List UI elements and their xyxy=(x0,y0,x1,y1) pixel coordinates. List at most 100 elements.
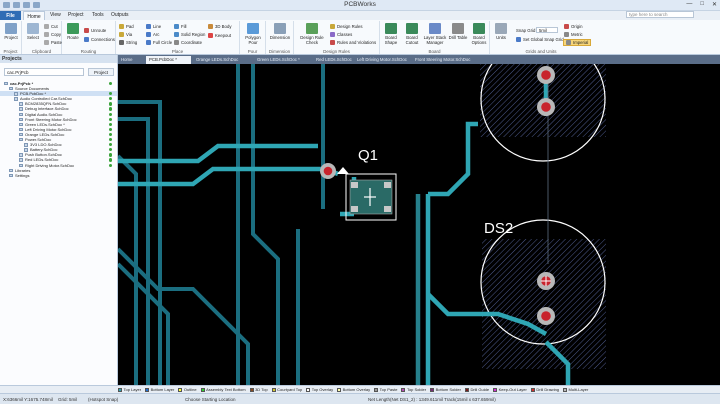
layer-tab[interactable]: Keep-Out Layer xyxy=(493,387,527,392)
layer-tab-label: Top Solder xyxy=(406,387,427,392)
layer-tab[interactable]: Multi-Layer xyxy=(563,387,588,392)
layer-tab[interactable]: Outline xyxy=(178,387,197,392)
layer-tab[interactable]: Top Paste xyxy=(374,387,397,392)
cut-icon xyxy=(44,24,49,29)
ds2-pad-2[interactable] xyxy=(537,307,555,325)
layer-color-swatch xyxy=(249,387,254,392)
line-button[interactable]: Line xyxy=(146,23,161,30)
snap-grid-select[interactable]: 5mil xyxy=(536,27,558,33)
group-board: Board Shape Board Cutout Layer Stack Man… xyxy=(380,21,490,54)
connections-button[interactable]: Connections xyxy=(84,36,115,43)
tab-file[interactable]: File xyxy=(0,11,21,20)
board-shape-button[interactable]: Board Shape xyxy=(380,23,402,45)
window-title: PCBWorks xyxy=(344,1,376,8)
layer-tab[interactable]: 3D Top xyxy=(249,387,268,392)
layer-tab[interactable]: Top Layer xyxy=(118,387,141,392)
document-icon xyxy=(19,158,23,162)
arc-button[interactable]: Arc xyxy=(146,31,159,38)
project-menu-button[interactable]: Project xyxy=(88,68,114,76)
layer-tab-label: 3D Top xyxy=(255,387,268,392)
fill-button[interactable]: Fill xyxy=(174,23,187,30)
close-icon[interactable]: ✕ xyxy=(712,1,717,8)
ds1-pad-1[interactable] xyxy=(537,66,555,84)
imperial-button[interactable]: Imperial xyxy=(563,39,592,46)
maximize-icon[interactable]: □ xyxy=(700,1,704,8)
keepout-button[interactable]: Keepout xyxy=(208,32,231,39)
group-design-rules: Design Rule Check Design Rules Classes R… xyxy=(294,21,380,54)
layer-tab[interactable]: Bottom Layer xyxy=(145,387,174,392)
unroute-button[interactable]: Unroute xyxy=(84,27,106,34)
origin-icon xyxy=(564,24,569,29)
tab-view[interactable]: View xyxy=(50,12,61,18)
tab-tools[interactable]: Tools xyxy=(92,12,104,18)
layer-stack-manager-button[interactable]: Layer Stack Manager xyxy=(422,23,448,45)
layer-tab[interactable]: Top Overlay xyxy=(306,387,333,392)
document-tab[interactable]: Orange LEDs.SchDoc xyxy=(193,56,252,64)
document-tab[interactable]: Red LEDs.SchDoc xyxy=(313,56,352,64)
cutout-icon xyxy=(406,23,418,34)
tab-home[interactable]: Home xyxy=(23,11,45,20)
ruler-icon xyxy=(274,23,286,34)
coordinate-button[interactable]: Coordinate xyxy=(174,39,202,46)
options-icon xyxy=(473,23,485,34)
dimension-button[interactable]: Dimension xyxy=(269,23,291,40)
tab-project[interactable]: Project xyxy=(68,12,84,18)
copy-button[interactable]: Copy xyxy=(44,31,61,38)
classes-button[interactable]: Classes xyxy=(330,31,352,38)
layer-tab[interactable]: Bottom Overlay xyxy=(337,387,370,392)
layer-tab[interactable]: Top Solder xyxy=(401,387,426,392)
layer-tab[interactable]: Assembly Text Bottom xyxy=(200,387,246,392)
ribbon-tabs: File Home View Project Tools Outputs xyxy=(0,11,720,20)
route-button[interactable]: Route xyxy=(62,23,84,40)
document-icon xyxy=(19,122,23,127)
set-global-snap-grid-button[interactable]: Set Global Snap Grid... xyxy=(516,36,567,43)
table-icon xyxy=(452,23,464,34)
grid-icon xyxy=(495,23,507,34)
layer-tab-label: Bottom Layer xyxy=(150,387,175,392)
via[interactable] xyxy=(320,163,336,179)
layer-tab[interactable]: Courtyard Top xyxy=(271,387,302,392)
search-input[interactable]: type here to search xyxy=(626,11,694,18)
project-button[interactable]: Project xyxy=(0,23,22,40)
pad-button[interactable]: Pad xyxy=(119,23,134,30)
design-rules-button[interactable]: Design Rules xyxy=(330,23,363,30)
minimize-icon[interactable]: — xyxy=(686,1,692,8)
via-button[interactable]: Via xyxy=(119,31,132,38)
board-options-button[interactable]: Board Options xyxy=(468,23,490,45)
q1-pad xyxy=(351,206,358,212)
layer-tab[interactable]: Bottom Solder xyxy=(430,387,461,392)
document-tab[interactable]: Front Steering Motor.SchDoc xyxy=(412,56,480,64)
drill-table-button[interactable]: Drill Table xyxy=(447,23,469,40)
layer-tab[interactable]: Drill Guide xyxy=(464,387,489,392)
cut-button[interactable]: Cut xyxy=(44,23,58,30)
layer-color-swatch xyxy=(178,387,183,392)
document-tab[interactable]: Green LEDs.SchDoc * xyxy=(254,56,311,64)
project-filter-input[interactable]: cac.PrjPcb xyxy=(4,68,84,76)
document-tab[interactable]: Left Driving Motor.SchDoc xyxy=(354,56,410,64)
paste-button[interactable]: Paste xyxy=(44,39,62,46)
units-button[interactable]: Units xyxy=(490,23,512,40)
rules-violations-button[interactable]: Rules and Violations xyxy=(330,39,376,46)
document-tab[interactable]: PCB.PcbDoc * xyxy=(146,56,191,64)
document-tab[interactable]: Home xyxy=(118,56,144,64)
design-rule-check-button[interactable]: Design Rule Check xyxy=(297,23,327,45)
layer-color-swatch xyxy=(145,387,150,392)
tab-outputs[interactable]: Outputs xyxy=(111,12,129,18)
snap-readout: (Hotspot Snap) xyxy=(88,397,119,402)
polygon-pour-button[interactable]: Polygon Pour xyxy=(242,23,264,45)
tree-item[interactable]: Settings xyxy=(0,173,117,178)
pcb-canvas[interactable]: Q1 DS2 xyxy=(118,64,720,385)
ds2-pad-1[interactable] xyxy=(537,272,555,290)
metric-button[interactable]: Metric xyxy=(564,31,583,38)
origin-button[interactable]: Origin xyxy=(564,23,582,30)
layer-tab[interactable]: Drill Drawing xyxy=(530,387,559,392)
full-circle-button[interactable]: Full Circle xyxy=(146,39,172,46)
3d-body-button[interactable]: 3D Body xyxy=(208,23,231,30)
ds1-pad-2[interactable] xyxy=(537,98,555,116)
solid-region-button[interactable]: Solid Region xyxy=(174,31,205,38)
string-button[interactable]: String xyxy=(119,39,137,46)
board-cutout-button[interactable]: Board Cutout xyxy=(401,23,423,45)
layer-color-swatch xyxy=(563,387,568,392)
document-icon xyxy=(9,173,13,178)
select-button[interactable]: Select xyxy=(22,23,44,40)
